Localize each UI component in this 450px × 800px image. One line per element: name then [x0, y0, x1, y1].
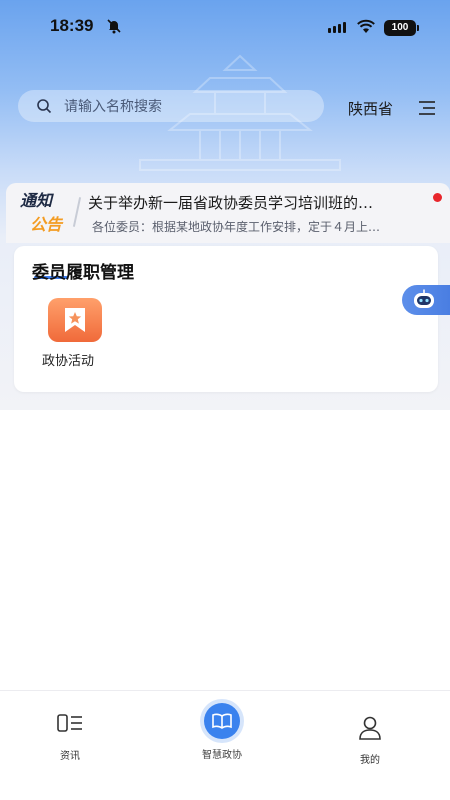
notice-subtitle: 各位委员：根据某地政协年度工作安排，定于４月上…: [92, 220, 381, 234]
search-placeholder: 请输入名称搜索: [64, 99, 162, 115]
notice-divider: [72, 197, 82, 227]
tab-mine[interactable]: 我的: [325, 691, 415, 781]
tab-smart-cppcc-label: 智慧政协: [202, 750, 242, 761]
member-duty-card: 委员履职管理 政协活动: [14, 246, 438, 392]
notice-badge: 通知 公告: [20, 187, 82, 237]
unread-dot: [433, 193, 442, 202]
notice-banner[interactable]: 通知 公告 关于举办新一届省政协委员学习培训班的… 各位委员：根据某地政协年度工…: [6, 183, 450, 243]
card-title: 委员履职管理: [32, 263, 134, 283]
tab-news[interactable]: 资讯: [25, 691, 115, 781]
menu-icon[interactable]: [418, 100, 436, 116]
search-icon: [37, 99, 52, 114]
bottom-nav: 资讯 智慧政协 我的: [0, 690, 450, 800]
search-input[interactable]: 请输入名称搜索: [18, 90, 324, 122]
notice-badge-top: 通知: [20, 191, 53, 210]
status-bar: 18:39 100: [0, 0, 450, 56]
tab-mine-label: 我的: [360, 755, 380, 766]
bell-off-icon: [107, 19, 121, 34]
robot-icon: [414, 289, 434, 308]
tab-smart-cppcc[interactable]: 智慧政协: [177, 691, 267, 781]
user-icon: [359, 716, 381, 740]
activity-app-button[interactable]: [48, 298, 102, 342]
notice-badge-bottom: 公告: [30, 215, 63, 234]
battery-indicator: 100: [384, 20, 419, 36]
wifi-icon: [357, 19, 375, 33]
tab-news-label: 资讯: [60, 751, 80, 762]
bookmark-star-icon: [65, 308, 85, 332]
book-icon: [212, 713, 232, 729]
cellular-signal-icon: [328, 22, 346, 33]
assistant-float-button[interactable]: [402, 285, 450, 315]
region-selector[interactable]: 陕西省: [348, 98, 393, 119]
status-time: 18:39: [50, 16, 94, 35]
news-icon: [57, 714, 82, 732]
notice-title: 关于举办新一届省政协委员学习培训班的…: [88, 194, 374, 212]
tab-center-button: [204, 703, 240, 739]
activity-app-label[interactable]: 政协活动: [42, 350, 94, 369]
